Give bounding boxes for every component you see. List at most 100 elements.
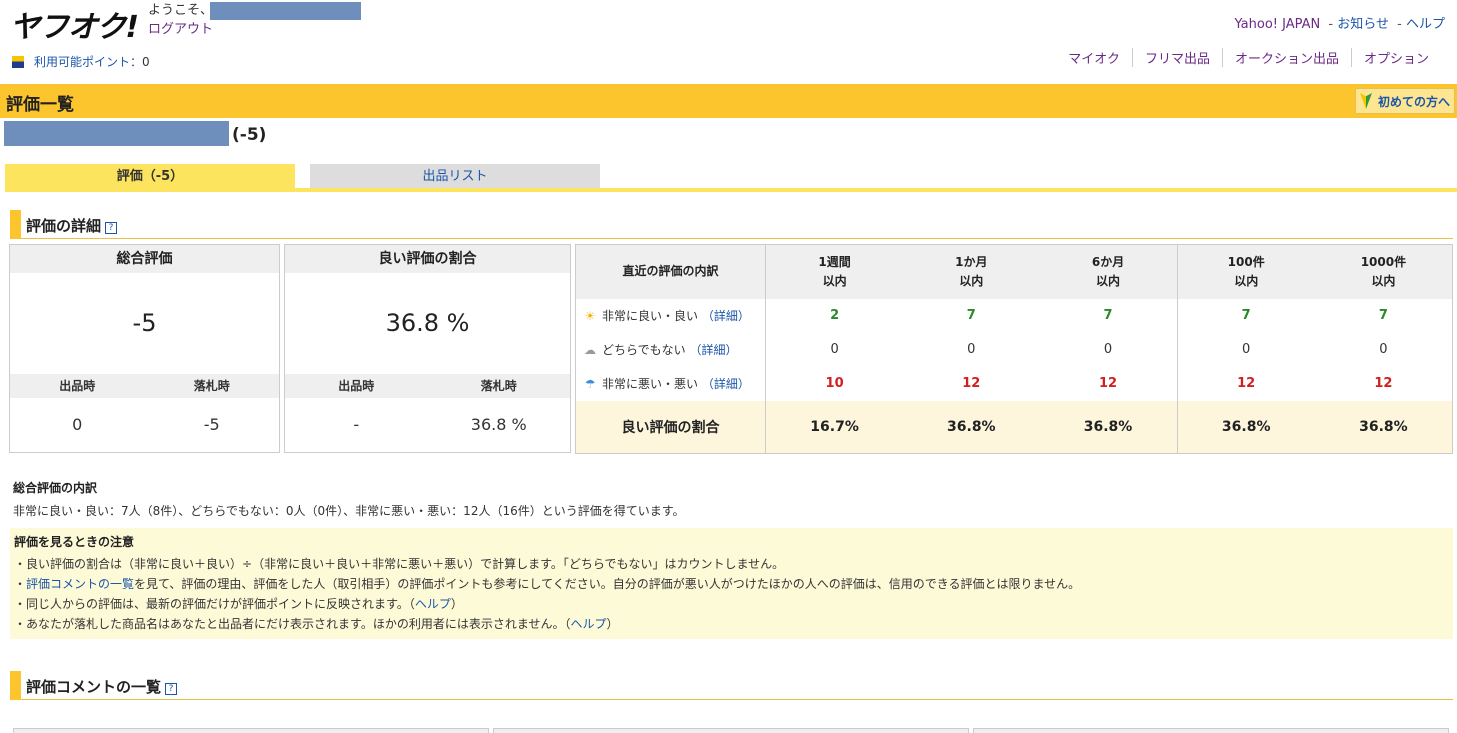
recent-breakdown-header: 直近の評価の内訳 — [575, 244, 766, 299]
good-ratio-value: 36.8 % — [385, 309, 470, 337]
beginner-guide-button[interactable]: 初めての方へ — [1354, 88, 1455, 114]
row-label-neutral: ☁ どちらでもない （詳細） — [575, 332, 766, 367]
total-rating-subheader: 出品時 落札時 — [10, 374, 279, 398]
detail-link-neutral[interactable]: （詳細） — [689, 343, 737, 357]
points-display: 利用可能ポイント： 0 — [12, 53, 150, 70]
as-buyer-value: -5 — [203, 415, 220, 434]
sun-icon: ☀ — [584, 309, 596, 323]
comment-list-link[interactable]: 評価コメントの一覧 — [26, 577, 134, 591]
welcome-text: ようこそ、 — [148, 3, 214, 18]
period-top: 1か月 — [955, 254, 988, 269]
detail-link-good[interactable]: （詳細） — [702, 309, 750, 323]
cell-value: 0 — [1379, 342, 1388, 357]
comment-box — [493, 728, 969, 733]
period-top: 100件 — [1227, 254, 1265, 269]
news-link[interactable]: お知らせ — [1337, 17, 1389, 32]
note-text: を見て、評価の理由、評価をした人（取引相手）の評価ポイントも参考にしてください。… — [134, 577, 1081, 591]
period-bottom: 以内 — [822, 273, 847, 288]
ratio-value: 36.8% — [903, 400, 1040, 454]
period-bottom: 以内 — [1371, 273, 1396, 288]
separator: - — [1328, 17, 1334, 32]
period-top: 6か月 — [1091, 254, 1125, 269]
period-bottom: 以内 — [959, 273, 984, 288]
cell-value: 0 — [830, 342, 839, 357]
good-ratio-values: - 36.8 % — [285, 398, 570, 452]
top-links: Yahoo! JAPAN - お知らせ - ヘルプ — [1235, 13, 1445, 32]
list-item: 評価コメントの一覧を見て、評価の理由、評価をした人（取引相手）の評価ポイントも参… — [14, 574, 1449, 594]
period-header: 1000件以内 — [1314, 244, 1453, 299]
section-bar — [10, 210, 21, 239]
section-title: 評価の詳細? — [26, 215, 118, 236]
help-icon[interactable]: ? — [165, 683, 178, 695]
yahoo-japan-link[interactable]: Yahoo! JAPAN — [1235, 17, 1321, 32]
note-text: あなたが落札した商品名はあなたと出品者にだけ表示されます。ほかの利用者には表示さ… — [26, 617, 571, 631]
cell-value: 0 — [1103, 342, 1113, 357]
period-bottom: 以内 — [1096, 273, 1121, 288]
help-link[interactable]: ヘルプ — [570, 617, 606, 631]
period-header: 100件 以内 — [1176, 244, 1315, 299]
list-item: 良い評価の割合は（非常に良い＋良い）÷（非常に良い＋良い＋非常に悪い＋悪い）で計… — [14, 554, 1449, 574]
beginner-mark-icon — [1359, 93, 1372, 109]
umbrella-icon: ☂ — [584, 377, 596, 391]
as-seller-label: 出品時 — [338, 379, 375, 393]
cell-value: 7 — [1378, 308, 1388, 323]
redacted-user-id — [4, 121, 229, 146]
help-link[interactable]: ヘルプ — [415, 597, 451, 611]
user-score: (-5) — [232, 125, 267, 145]
tpoint-icon — [12, 55, 24, 68]
period-top: 1000件 — [1360, 254, 1407, 269]
as-buyer-label: 落札時 — [193, 379, 230, 393]
total-rating-value: -5 — [132, 309, 157, 337]
list-item: あなたが落札した商品名はあなたと出品者にだけ表示されます。ほかの利用者には表示さ… — [14, 614, 1449, 634]
cell-value: 12 — [962, 376, 981, 391]
section-title-text: 評価の詳細 — [26, 217, 102, 235]
as-seller-label: 出品時 — [59, 379, 96, 393]
cell-value: 7 — [966, 308, 976, 323]
cell-value: 12 — [1098, 376, 1118, 391]
table-row: ☁ どちらでもない （詳細） 0 0 0 0 0 — [575, 332, 1453, 367]
cloud-icon: ☁ — [584, 343, 596, 357]
table-row: ☂ 非常に悪い・悪い （詳細） 10 12 12 12 12 — [575, 366, 1453, 401]
tab-listing[interactable]: 出品リスト — [310, 164, 600, 189]
rating-notes-box: 評価を見るときの注意 良い評価の割合は（非常に良い＋良い）÷（非常に良い＋良い＋… — [10, 528, 1453, 639]
help-icon[interactable]: ? — [105, 222, 118, 234]
cell-value: 0 — [967, 342, 976, 357]
ratio-value: 36.8% — [1039, 400, 1178, 454]
recent-ratings-table: 直近の評価の内訳 1週間 以内 1か月 以内 6か月 以内 100件 以内 1000件以… — [575, 244, 1453, 454]
tab-rating[interactable]: 評価（-5） — [5, 164, 295, 189]
list-item: 同じ人からの評価は、最新の評価だけが評価ポイントに反映されます。（ヘルプ） — [14, 594, 1449, 614]
points-label-link[interactable]: 利用可能ポイント： — [34, 53, 142, 70]
notes-list: 良い評価の割合は（非常に良い＋良い）÷（非常に良い＋良い＋非常に悪い＋悪い）で計… — [14, 554, 1449, 634]
beginner-guide-label: 初めての方へ — [1377, 94, 1450, 109]
redacted-username — [210, 2, 361, 20]
note-text: 良い評価の割合は（非常に良い＋良い）÷（非常に良い＋良い＋非常に悪い＋悪い）で計… — [26, 557, 785, 571]
nav-myauc[interactable]: マイオク — [1056, 48, 1132, 67]
cell-value: 12 — [1176, 366, 1315, 401]
good-ratio-header: 良い評価の割合 — [285, 245, 570, 273]
page-title: 評価一覧 — [6, 95, 74, 115]
separator: - — [1397, 17, 1402, 32]
nav-options[interactable]: オプション — [1350, 48, 1441, 67]
logout-link[interactable]: ログアウト — [148, 18, 213, 37]
row-label-text: 非常に悪い・悪い — [602, 377, 699, 391]
help-link[interactable]: ヘルプ — [1406, 17, 1445, 32]
detail-link-bad[interactable]: （詳細） — [702, 377, 750, 391]
table-row: ☀ 非常に良い・良い （詳細） 2 7 7 7 7 — [575, 298, 1453, 333]
section-title-text: 評価コメントの一覧 — [26, 678, 162, 696]
ratio-value: 36.8% — [1176, 400, 1315, 454]
good-ratio-box: 良い評価の割合 36.8 % 出品時 落札時 - 36.8 % — [284, 244, 571, 453]
nav-auction-sell[interactable]: オークション出品 — [1221, 48, 1351, 67]
section-title: 評価コメントの一覧? — [26, 676, 178, 697]
ratio-row: 良い評価の割合 16.7% 36.8% 36.8% 36.8% 36.8% — [575, 400, 1453, 454]
section-heading-comments: 評価コメントの一覧? — [10, 671, 1453, 700]
cell-value: 12 — [1374, 376, 1393, 391]
as-buyer-value: 36.8 % — [470, 415, 527, 434]
cell-value: 2 — [830, 308, 840, 323]
row-label-text: どちらでもない — [602, 343, 686, 357]
total-rating-header: 総合評価 — [10, 245, 279, 273]
nav-flea-sell[interactable]: フリマ出品 — [1131, 48, 1222, 67]
good-ratio-subheader: 出品時 落札時 — [285, 374, 570, 398]
yafuoku-logo[interactable]: ヤフオク! — [10, 2, 139, 46]
breakdown-text: 非常に良い・良い：7人（8件）、どちらでもない：0人（0件）、非常に悪い・悪い：… — [13, 504, 685, 518]
total-rating-values: 0 -5 — [10, 398, 279, 452]
